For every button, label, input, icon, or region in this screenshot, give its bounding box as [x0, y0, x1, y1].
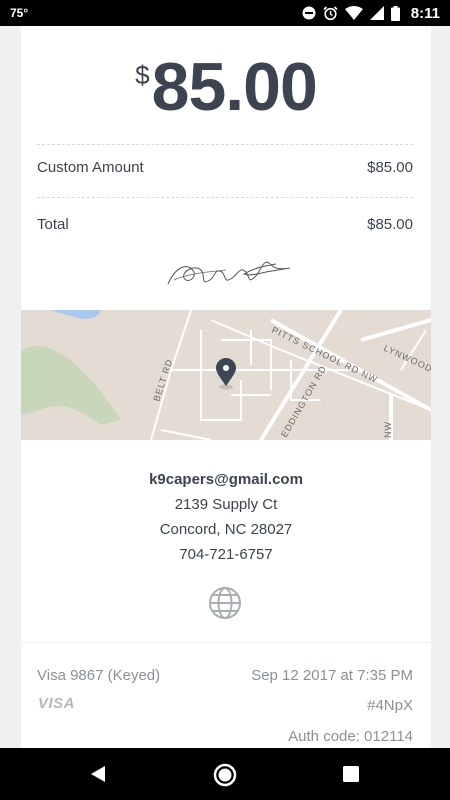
- merchant-address-line2: Concord, NC 28027: [159, 521, 293, 538]
- merchant-email[interactable]: k9capers@gmail.com: [21, 467, 431, 492]
- visa-logo: VISA: [38, 695, 76, 712]
- signal-icon: [369, 6, 384, 20]
- wifi-icon: [344, 6, 363, 20]
- amount-value: 85.00: [151, 49, 318, 125]
- navigation-bar: [0, 748, 450, 800]
- map-label-nw: NW: [383, 421, 393, 438]
- back-icon[interactable]: [89, 765, 107, 783]
- signature-image: [167, 261, 291, 285]
- receipt-id: #4NpX: [367, 697, 413, 714]
- map-graphic: PITTS SCHOOL RD NW LYNWOOD BELT RD EDDIN…: [21, 310, 431, 440]
- total-value: $85.00: [367, 216, 413, 233]
- temperature: 75°: [10, 6, 29, 20]
- receipt-amount: $85.00: [21, 48, 431, 126]
- card-info: Visa 9867 (Keyed): [37, 667, 161, 684]
- recents-icon[interactable]: [343, 766, 359, 782]
- globe-icon[interactable]: [208, 586, 242, 620]
- do-not-disturb-icon: [302, 6, 316, 20]
- total-label: Total: [37, 216, 69, 233]
- line-item-label: Custom Amount: [37, 159, 144, 176]
- clock: 8:11: [410, 4, 440, 22]
- currency-symbol: $: [135, 60, 150, 90]
- divider: [21, 642, 431, 643]
- status-bar: 75° 8:11: [0, 0, 450, 26]
- merchant-address-line1: 2139 Supply Ct: [174, 496, 278, 513]
- payment-date: Sep 12 2017 at 7:35 PM: [251, 667, 413, 684]
- divider: [37, 144, 413, 145]
- alarm-icon: [323, 5, 338, 20]
- home-icon[interactable]: [213, 763, 237, 787]
- merchant-contact: k9capers@gmail.com 2139 Supply Ct Concor…: [21, 467, 431, 567]
- auth-code: Auth code: 012114: [288, 728, 413, 745]
- divider: [37, 197, 413, 198]
- receipt-card: $85.00 Custom Amount $85.00 Total $85.00: [21, 26, 431, 748]
- battery-icon: [390, 5, 400, 21]
- line-item-value: $85.00: [367, 159, 413, 176]
- merchant-phone[interactable]: 704-721-6757: [21, 542, 431, 567]
- location-map[interactable]: PITTS SCHOOL RD NW LYNWOOD BELT RD EDDIN…: [21, 310, 431, 440]
